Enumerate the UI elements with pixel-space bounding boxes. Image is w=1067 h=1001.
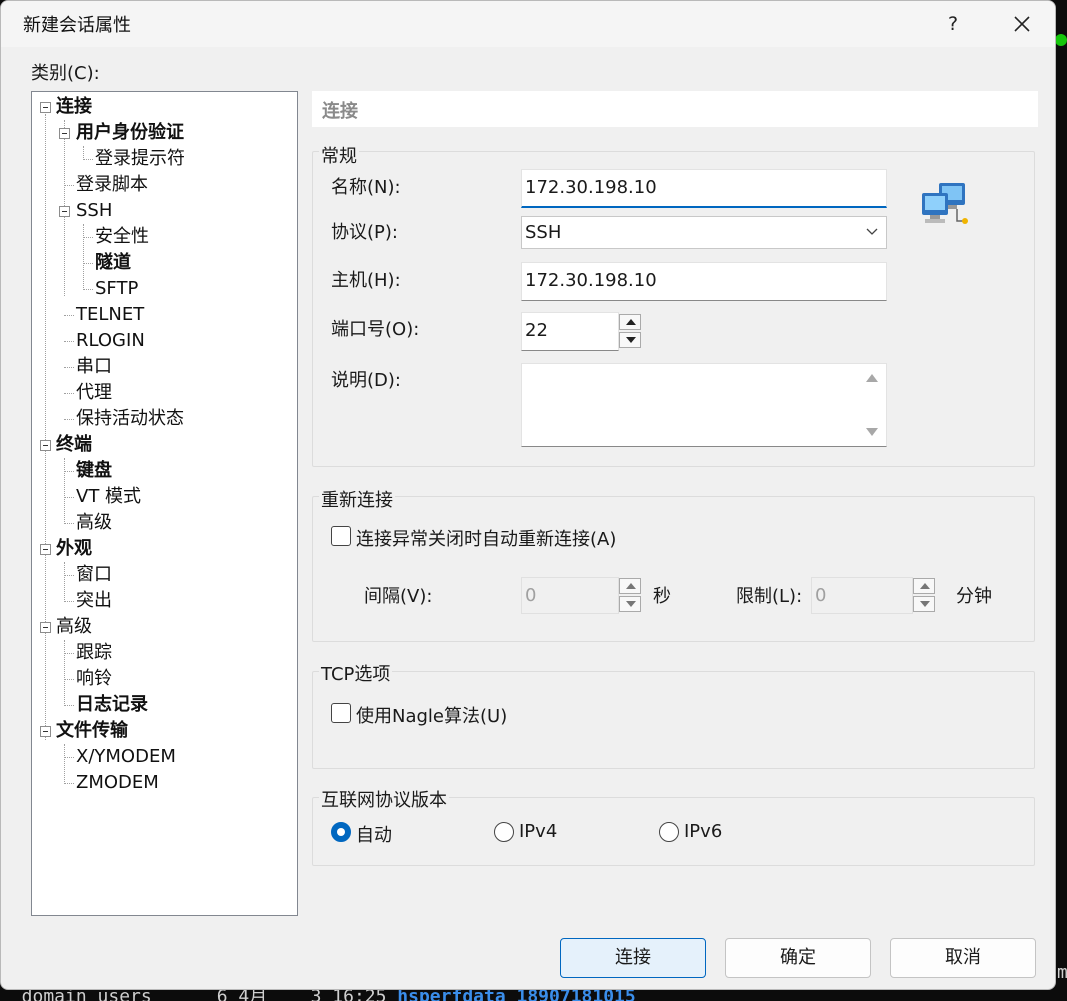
radio-ipv6-label[interactable]: IPv6 (684, 821, 722, 842)
cancel-button[interactable]: 取消 (890, 938, 1036, 978)
host-input[interactable]: 172.30.198.10 (521, 262, 887, 301)
radio-ipv4[interactable] (494, 822, 514, 842)
limit-label: 限制(L): (736, 586, 803, 607)
tree-item[interactable]: 隧道 (95, 250, 131, 276)
limit-input[interactable]: 0 (811, 577, 913, 614)
scroll-down-icon[interactable] (866, 428, 878, 436)
description-textarea[interactable] (521, 363, 887, 447)
protocol-select[interactable]: SSH (521, 216, 887, 249)
collapse-ssh-icon[interactable] (59, 206, 70, 217)
nagle-checkbox[interactable] (331, 703, 351, 723)
category-tree[interactable]: 连接 用户身份验证 登录提示符 登录脚本 SSH 安全性 隧道 SFTP TELNET RLOGI… (31, 91, 298, 916)
host-label: 主机(H): (331, 270, 401, 291)
new-session-properties-dialog: 新建会话属性 ? 类别(C): 连接 用户身份验证 登录提示符 登录脚本 SSH… (0, 0, 1056, 990)
panel-header-title: 连接 (322, 101, 358, 122)
port-input[interactable]: 22 (521, 312, 619, 351)
tree-item[interactable]: 保持活动状态 (76, 406, 184, 432)
tree-item[interactable]: SSH (76, 198, 112, 224)
tree-item[interactable]: 响铃 (76, 666, 112, 692)
spin-down-icon[interactable] (619, 596, 641, 612)
tree-item[interactable]: TELNET (76, 302, 144, 328)
collapse-appearance-icon[interactable] (40, 544, 51, 555)
tree-item[interactable]: 用户身份验证 (76, 120, 184, 146)
tree-item[interactable]: 串口 (76, 354, 112, 380)
tcp-group-title: TCP选项 (319, 660, 393, 686)
description-label: 说明(D): (331, 370, 401, 391)
auto-reconnect-label[interactable]: 连接异常关闭时自动重新连接(A) (356, 525, 616, 551)
collapse-file-transfer-icon[interactable] (40, 726, 51, 737)
tree-item[interactable]: 登录脚本 (76, 172, 148, 198)
name-label: 名称(N): (331, 177, 401, 198)
radio-ipv4-label[interactable]: IPv4 (519, 821, 557, 842)
tree-item[interactable]: 安全性 (95, 224, 149, 250)
interval-label: 间隔(V): (364, 586, 433, 607)
spin-up-icon[interactable] (913, 578, 935, 594)
radio-auto-label[interactable]: 自动 (356, 821, 392, 847)
tree-item[interactable]: RLOGIN (76, 328, 145, 354)
collapse-advanced-icon[interactable] (40, 622, 51, 633)
terminal-right-fragment: m (1057, 962, 1067, 983)
tree-item[interactable]: X/YMODEM (76, 744, 176, 770)
chevron-down-icon (866, 228, 878, 235)
name-input[interactable]: 172.30.198.10 (521, 169, 887, 208)
terminal-status-dot (1055, 34, 1067, 46)
ok-button[interactable]: 确定 (725, 938, 871, 978)
collapse-terminal-icon[interactable] (40, 440, 51, 451)
nagle-label[interactable]: 使用Nagle算法(U) (356, 702, 507, 728)
tree-item[interactable]: 登录提示符 (95, 146, 185, 172)
reconnect-group (312, 496, 1035, 642)
protocol-value: SSH (525, 222, 562, 243)
tree-item[interactable]: VT 模式 (76, 484, 141, 510)
close-button[interactable] (999, 1, 1045, 47)
interval-unit: 秒 (653, 586, 671, 607)
general-group-title: 常规 (319, 142, 359, 168)
network-computers-icon (919, 181, 975, 231)
tree-item[interactable]: 文件传输 (56, 718, 128, 744)
dialog-title: 新建会话属性 (23, 15, 131, 36)
tree-item[interactable]: 高级 (56, 614, 92, 640)
spin-up-icon[interactable] (619, 578, 641, 594)
tree-item[interactable]: 高级 (76, 510, 112, 536)
collapse-auth-icon[interactable] (59, 128, 70, 139)
tree-item[interactable]: 窗口 (76, 562, 112, 588)
tree-item[interactable]: ZMODEM (76, 770, 159, 796)
spin-up-icon[interactable] (619, 314, 641, 330)
tree-item[interactable]: 代理 (76, 380, 112, 406)
protocol-label: 协议(P): (331, 222, 398, 243)
title-bar[interactable]: 新建会话属性 ? (1, 1, 1055, 47)
spin-down-icon[interactable] (619, 332, 641, 348)
radio-ipv6[interactable] (659, 822, 679, 842)
reconnect-group-title: 重新连接 (319, 486, 395, 512)
tree-item[interactable]: SFTP (95, 276, 138, 302)
tree-item[interactable]: 外观 (56, 536, 92, 562)
spin-down-icon[interactable] (913, 596, 935, 612)
limit-unit: 分钟 (956, 586, 992, 607)
tree-item[interactable]: 突出 (76, 588, 112, 614)
interval-input[interactable]: 0 (521, 577, 619, 614)
radio-auto[interactable] (331, 822, 351, 842)
collapse-connection-icon[interactable] (40, 102, 51, 113)
port-label: 端口号(O): (331, 319, 420, 340)
category-label: 类别(C): (31, 63, 100, 84)
close-icon (1014, 16, 1030, 32)
ip-version-group-title: 互联网协议版本 (319, 786, 449, 812)
tree-item[interactable]: 键盘 (76, 458, 112, 484)
auto-reconnect-checkbox[interactable] (331, 526, 351, 546)
tree-item[interactable]: 日志记录 (76, 692, 148, 718)
connect-button[interactable]: 连接 (560, 938, 706, 978)
scroll-up-icon[interactable] (866, 374, 878, 382)
help-button[interactable]: ? (931, 1, 975, 47)
panel-header: 连接 (312, 91, 1038, 127)
tree-item[interactable]: 终端 (56, 432, 92, 458)
tree-item[interactable]: 跟踪 (76, 640, 112, 666)
tree-item[interactable]: 连接 (56, 94, 92, 120)
